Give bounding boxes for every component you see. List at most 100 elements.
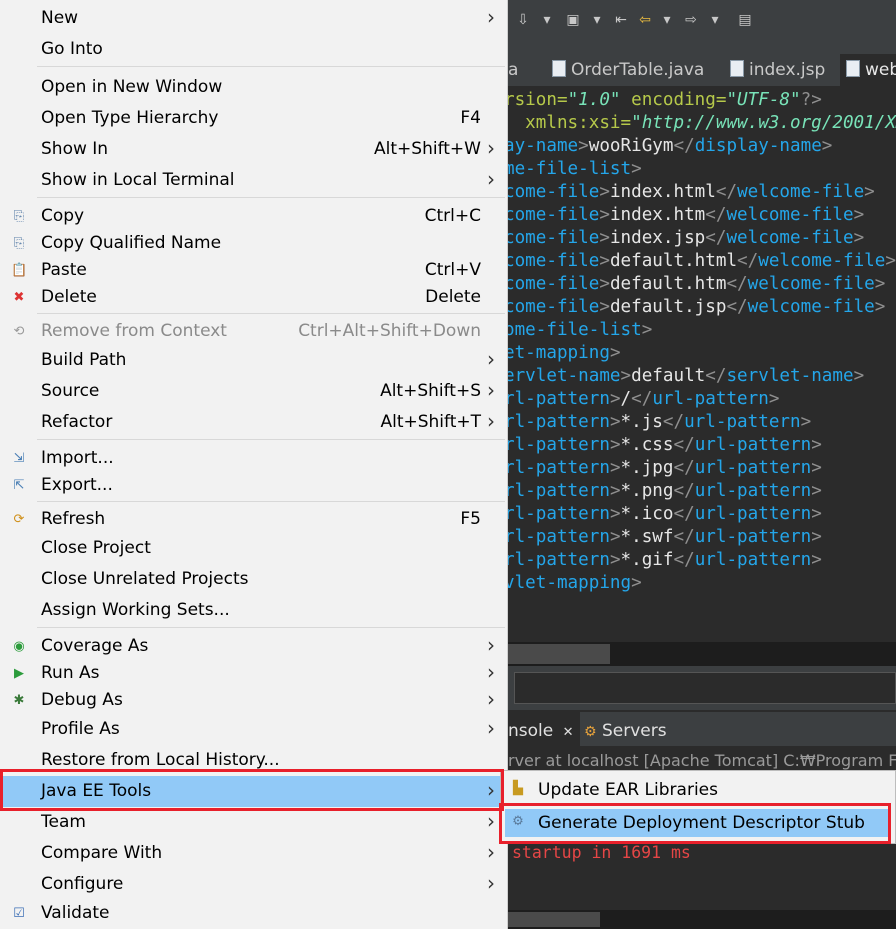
menu-item-debug-as[interactable]: ✱ Debug As › — [0, 685, 507, 716]
menu-item-profile-as[interactable]: Profile As › — [0, 714, 507, 745]
code-token: *.js — [620, 412, 663, 432]
code-line[interactable]: ay-name>wooRiGym</display-name> — [508, 135, 832, 158]
code-line[interactable]: rsion="1.0" encoding="UTF-8"?> — [508, 89, 822, 112]
code-line[interactable]: rl-pattern>*.png</url-pattern> — [508, 480, 822, 503]
xml-code-editor[interactable]: rsion="1.0" encoding="UTF-8"?> xmlns:xsi… — [508, 89, 896, 639]
code-token: url-pattern — [694, 504, 812, 524]
chevron-right-icon: › — [487, 5, 495, 29]
menu-item-restore-from-local-history[interactable]: Restore from Local History... — [0, 745, 507, 776]
back-arrow-icon[interactable]: ⇦ — [636, 10, 654, 30]
code-token: welcome-file — [747, 274, 875, 294]
code-token: *.ico — [620, 504, 674, 524]
menu-item-label: Source — [41, 381, 100, 401]
code-line[interactable]: vlet-mapping> — [508, 572, 642, 595]
menu-item-shortcut: Ctrl+Alt+Shift+Down — [298, 321, 481, 341]
code-token: </ — [673, 504, 695, 524]
code-token: > — [811, 504, 822, 524]
menu-item-label: New — [41, 8, 79, 28]
code-line[interactable]: come-file>default.htm</welcome-file> — [508, 273, 885, 296]
code-token: > — [811, 550, 822, 570]
menu-item-java-ee-tools[interactable]: Java EE Tools › — [0, 776, 507, 807]
ear-libraries-icon: ▙ — [513, 781, 523, 796]
code-line[interactable]: come-file>index.html</welcome-file> — [508, 181, 875, 204]
code-line[interactable]: xmlns:xsi="http://www.w3.org/2001/XMLS — [508, 112, 896, 135]
code-line[interactable]: rl-pattern>/</url-pattern> — [508, 388, 779, 411]
menu-item-close-unrelated-projects[interactable]: Close Unrelated Projects — [0, 564, 507, 595]
dropdown-arrow-icon[interactable]: ▾ — [538, 10, 556, 30]
console-tabs: nsole ✕ ⚙ Servers — [508, 712, 896, 746]
close-icon[interactable]: ✕ — [563, 725, 574, 740]
menu-item-refresh[interactable]: ⟳ Refresh F5 — [0, 504, 507, 535]
menu-item-shortcut: Alt+Shift+S — [380, 381, 481, 401]
code-line[interactable]: come-file>default.html</welcome-file> — [508, 250, 896, 273]
menu-item-label: Show in Local Terminal — [41, 170, 235, 190]
forward-arrow-icon[interactable]: ⇨ — [682, 10, 700, 30]
code-line[interactable]: come-file>index.htm</welcome-file> — [508, 204, 864, 227]
submenu-item-generate-deployment-descriptor-stub[interactable]: ⚙ Generate Deployment Descriptor Stub — [505, 809, 889, 837]
scrollbar-thumb[interactable] — [508, 644, 610, 664]
editor-tabs: a OrderTable.java index.jsp web — [508, 50, 896, 86]
tab-web-xml[interactable]: web — [840, 54, 896, 86]
tab-index-jsp[interactable]: index.jsp — [730, 54, 825, 86]
menu-item-new[interactable]: New › — [0, 3, 507, 34]
code-line[interactable]: rl-pattern>*.ico</url-pattern> — [508, 503, 822, 526]
menu-item-build-path[interactable]: Build Path › — [0, 345, 507, 376]
open-perspective-icon[interactable]: ▤ — [736, 10, 754, 30]
code-token: "http://www.w3.org/2001/XMLS — [631, 113, 896, 133]
debug-icon: ✱ — [13, 693, 25, 708]
tab-console[interactable]: nsole ✕ — [508, 712, 580, 746]
menu-item-delete[interactable]: ✖ Delete Delete — [0, 282, 507, 313]
run-menu-icon[interactable]: ⇩ — [514, 10, 532, 30]
menu-item-assign-working-sets[interactable]: Assign Working Sets... — [0, 595, 507, 626]
menu-item-open-in-new-window[interactable]: Open in New Window — [0, 72, 507, 103]
dropdown-arrow-icon[interactable]: ▾ — [658, 10, 676, 30]
tab-partial[interactable]: a — [508, 54, 518, 86]
menu-item-compare-with[interactable]: Compare With › — [0, 838, 507, 869]
code-line[interactable]: ome-file-list> — [508, 319, 652, 342]
menu-item-validate[interactable]: ☑ Validate — [0, 898, 507, 929]
console-horizontal-scrollbar[interactable] — [508, 910, 896, 929]
code-token: > — [609, 458, 621, 478]
scrollbar-thumb[interactable] — [508, 912, 600, 927]
code-line[interactable]: rl-pattern>*.gif</url-pattern> — [508, 549, 822, 572]
menu-item-source[interactable]: Source Alt+Shift+S › — [0, 376, 507, 407]
code-token: welcome-file — [726, 228, 854, 248]
code-token: </ — [673, 458, 695, 478]
code-line[interactable]: rl-pattern>*.css</url-pattern> — [508, 434, 822, 457]
menu-item-label: Remove from Context — [41, 321, 227, 341]
code-token: > — [874, 297, 886, 317]
dropdown-arrow-icon[interactable]: ▾ — [706, 10, 724, 30]
menu-item-show-in-local-terminal[interactable]: Show in Local Terminal › — [0, 165, 507, 196]
menu-item-go-into[interactable]: Go Into — [0, 34, 507, 65]
menu-item-export[interactable]: ⇱ Export... — [0, 470, 507, 501]
submenu-item-update-ear-libraries[interactable]: ▙ Update EAR Libraries — [505, 776, 889, 804]
menu-item-configure[interactable]: Configure › — [0, 869, 507, 900]
code-token: </ — [705, 205, 727, 225]
pin-icon[interactable]: ▣ — [564, 10, 582, 30]
code-token: > — [599, 182, 610, 202]
code-line[interactable]: come-file>index.jsp</welcome-file> — [508, 227, 864, 250]
menu-item-show-in[interactable]: Show In Alt+Shift+W › — [0, 134, 507, 165]
copy-qualified-name-icon: ⎘ — [13, 236, 25, 251]
menu-item-team[interactable]: Team › — [0, 807, 507, 838]
dropdown-arrow-icon[interactable]: ▾ — [588, 10, 606, 30]
code-line[interactable]: et-mapping> — [508, 342, 621, 365]
editor-horizontal-scrollbar[interactable] — [508, 642, 896, 666]
code-token: </ — [726, 274, 748, 294]
code-line[interactable]: me-file-list> — [508, 158, 642, 181]
menu-item-label: Close Project — [41, 538, 151, 558]
code-token: </ — [715, 182, 738, 202]
menu-item-open-type-hierarchy[interactable]: Open Type Hierarchy F4 — [0, 103, 507, 134]
code-line[interactable]: come-file>default.jsp</welcome-file> — [508, 296, 885, 319]
code-token: > — [631, 573, 642, 593]
code-line[interactable]: rl-pattern>*.swf</url-pattern> — [508, 526, 822, 549]
back-history-icon[interactable]: ⇤ — [612, 10, 630, 30]
code-line[interactable]: rl-pattern>*.jpg</url-pattern> — [508, 457, 822, 480]
tab-servers[interactable]: ⚙ Servers — [584, 712, 667, 746]
tab-ordertable-java[interactable]: OrderTable.java — [552, 54, 704, 86]
code-token: </ — [673, 527, 695, 547]
code-line[interactable]: rl-pattern>*.js</url-pattern> — [508, 411, 811, 434]
menu-item-refactor[interactable]: Refactor Alt+Shift+T › — [0, 407, 507, 438]
code-line[interactable]: ervlet-name>default</servlet-name> — [508, 365, 864, 388]
menu-item-close-project[interactable]: Close Project — [0, 533, 507, 564]
